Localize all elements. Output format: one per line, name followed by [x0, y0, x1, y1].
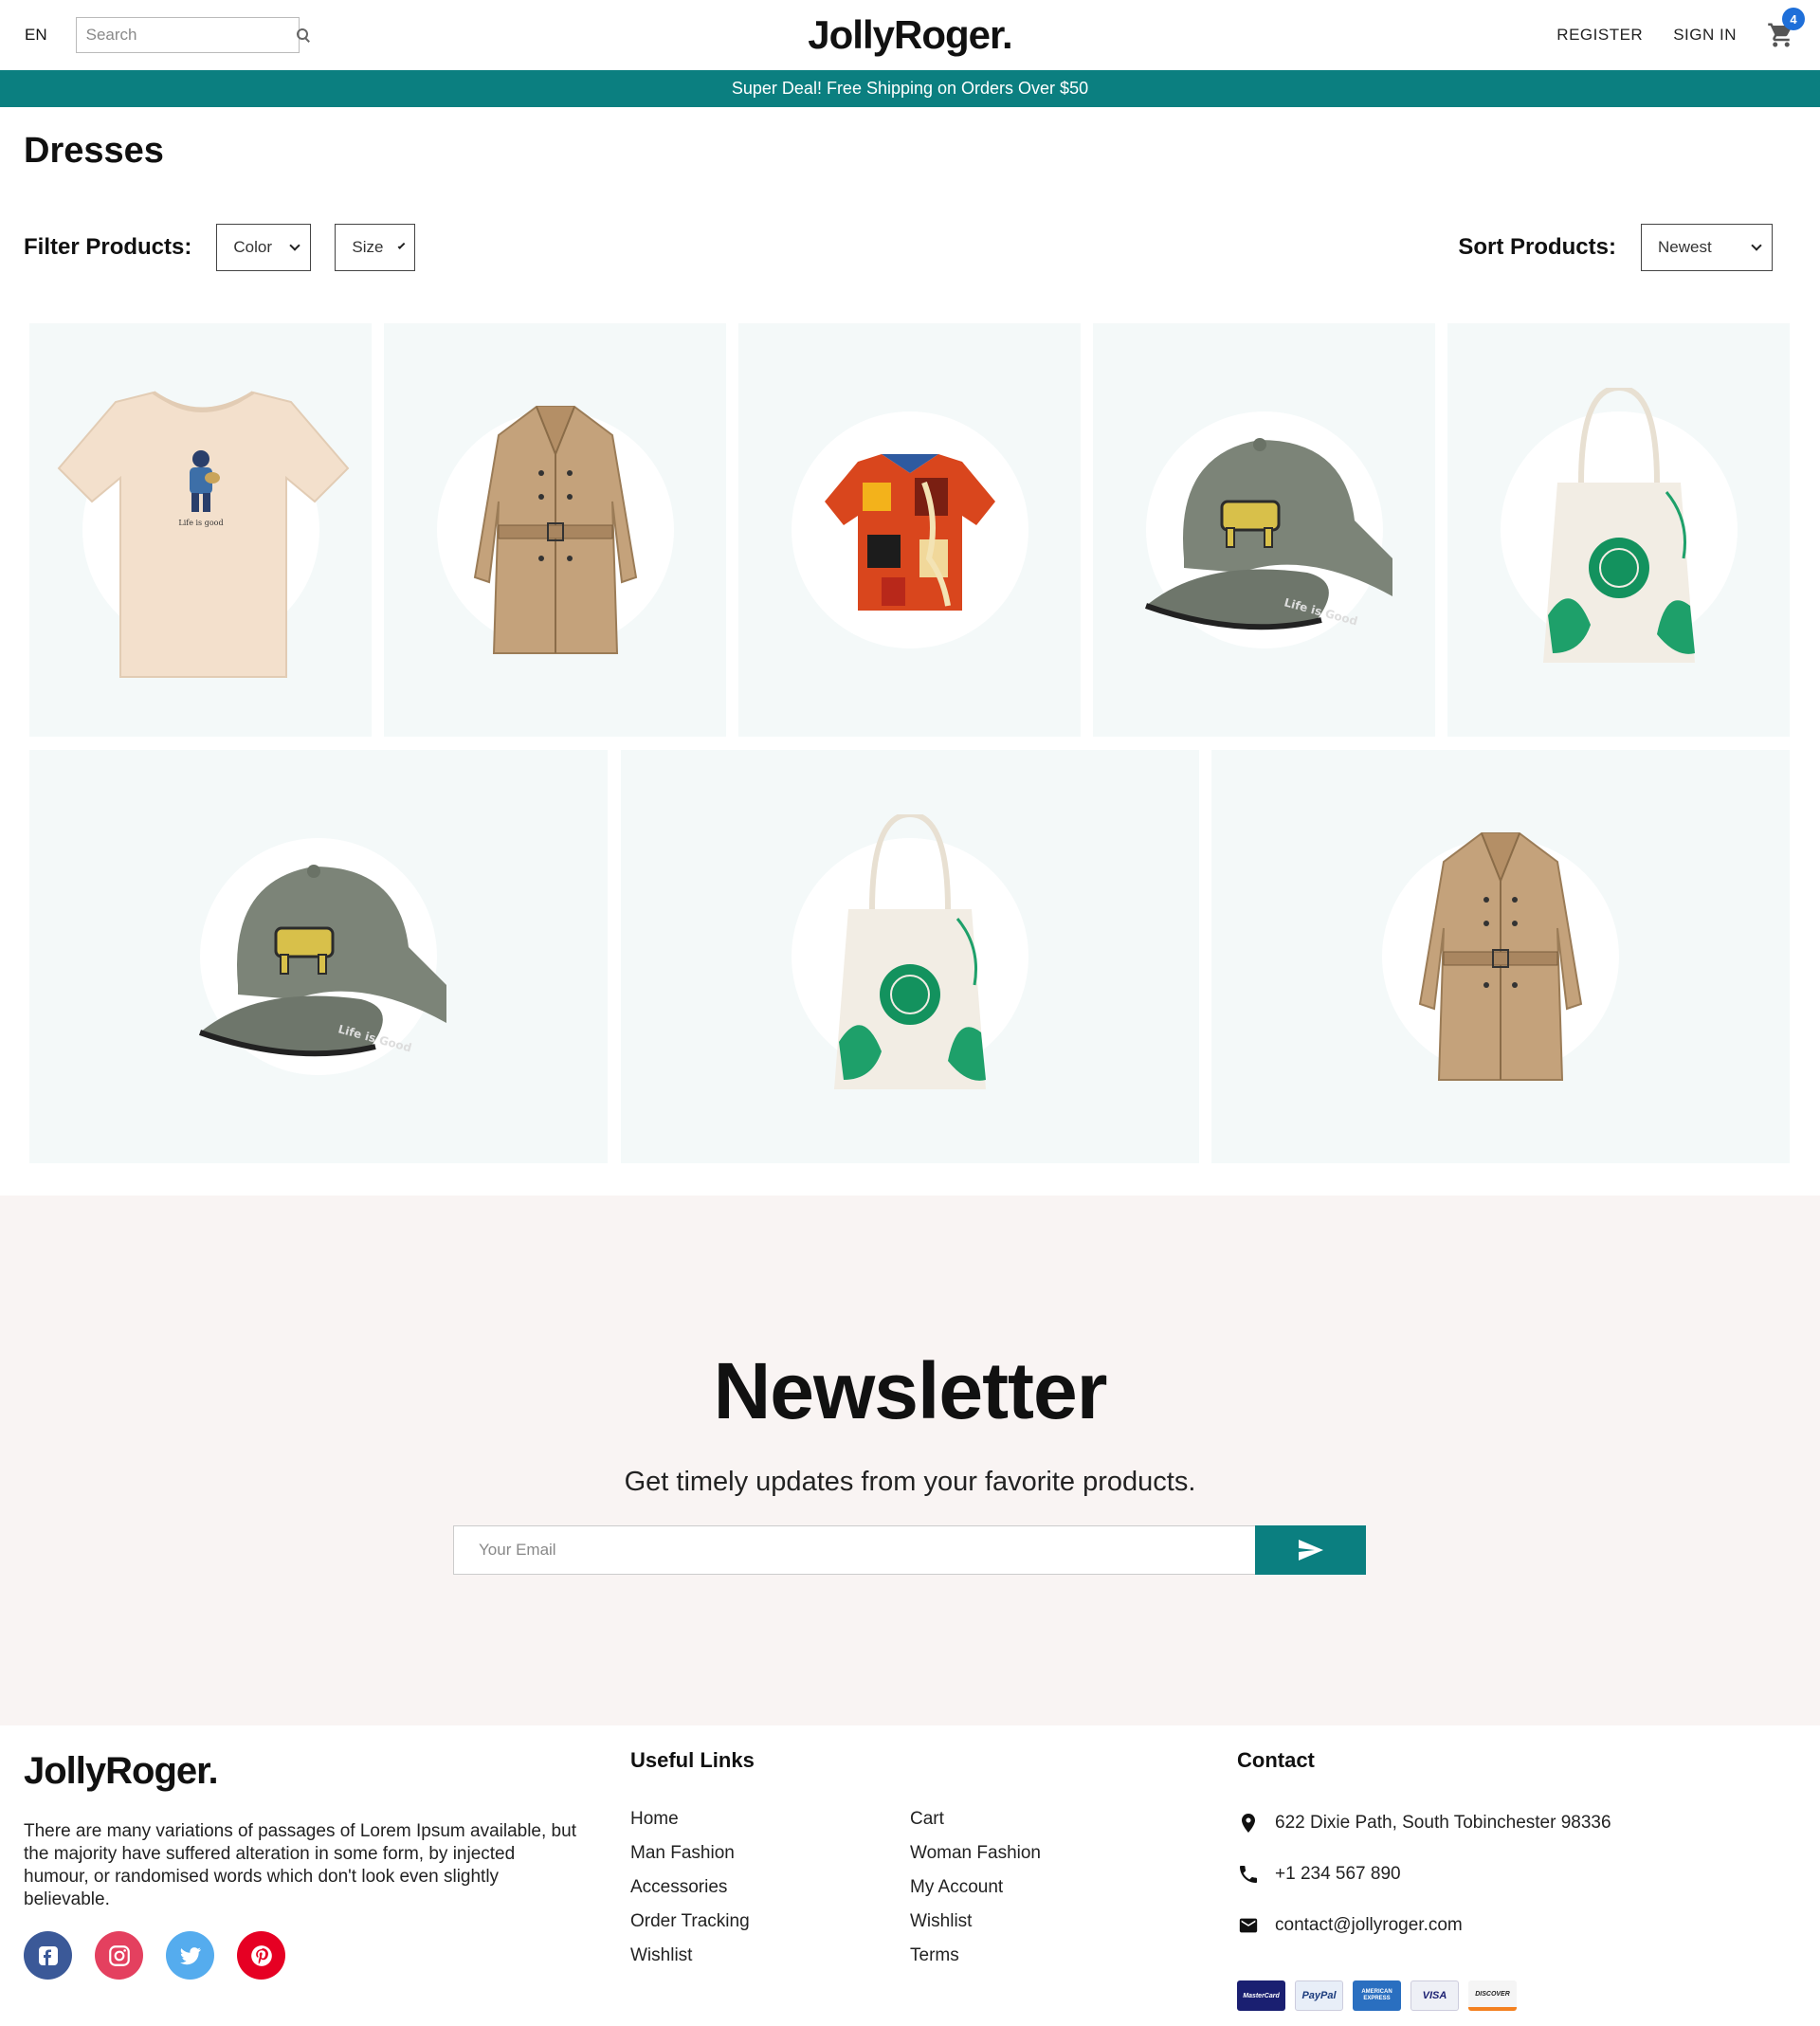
sort-value: Newest — [1658, 238, 1712, 256]
product-card[interactable] — [621, 750, 1199, 1163]
sort-group: Sort Products: Newest — [1458, 224, 1773, 271]
footer-link-cart[interactable]: Cart — [910, 1809, 1041, 1830]
newsletter-form — [453, 1525, 1366, 1575]
size-filter-select[interactable]: Size — [335, 224, 416, 271]
sign-in-link[interactable]: SIGN IN — [1673, 26, 1737, 45]
register-link[interactable]: REGISTER — [1556, 26, 1643, 45]
chevron-down-icon — [1751, 240, 1762, 251]
tote-bag-image — [834, 814, 986, 1089]
color-filter-select[interactable]: Color — [216, 224, 312, 271]
product-card[interactable] — [1447, 323, 1790, 737]
newsletter-section: Newsletter Get timely updates from your … — [0, 1196, 1820, 1725]
footer-link-man-fashion[interactable]: Man Fashion — [630, 1843, 750, 1864]
product-card[interactable]: Life is Good — [1093, 323, 1435, 737]
product-card[interactable] — [384, 323, 726, 737]
tshirt-image: Life is good — [57, 391, 349, 678]
facebook-icon[interactable] — [24, 1931, 72, 1980]
contact-email: contact@jollyroger.com — [1237, 1915, 1463, 1936]
social-links — [24, 1931, 285, 1980]
page-title: Dresses — [24, 131, 164, 171]
search-input[interactable] — [85, 26, 296, 45]
contact-heading: Contact — [1237, 1748, 1315, 1772]
language-selector[interactable]: EN — [25, 26, 47, 45]
useful-links-heading: Useful Links — [630, 1748, 755, 1772]
paypal-icon: PayPal — [1295, 1980, 1343, 2011]
size-filter-value: Size — [352, 238, 384, 256]
address-text: 622 Dixie Path, South Tobinchester 98336 — [1275, 1813, 1611, 1833]
hawaiian-shirt-image — [824, 454, 995, 611]
chevron-down-icon — [398, 242, 406, 249]
map-pin-icon — [1242, 1814, 1255, 1833]
cart-button[interactable]: 4 — [1767, 8, 1805, 49]
cap-image: Life is Good — [199, 865, 446, 1057]
instagram-icon[interactable] — [95, 1931, 143, 1980]
mail-icon — [1239, 1918, 1258, 1933]
footer-link-wishlist[interactable]: Wishlist — [630, 1945, 750, 1966]
links-column-2: Cart Woman Fashion My Account Wishlist T… — [910, 1809, 1041, 1966]
trench-coat-image — [1418, 832, 1583, 1081]
cap-image: Life is Good — [1144, 438, 1392, 630]
email-input[interactable] — [453, 1525, 1255, 1575]
sort-select[interactable]: Newest — [1641, 224, 1773, 271]
logo[interactable]: JollyRoger. — [808, 12, 1012, 58]
subscribe-button[interactable] — [1255, 1525, 1366, 1575]
visa-icon: VISA — [1410, 1980, 1459, 2011]
sort-label: Sort Products: — [1458, 234, 1616, 260]
product-card[interactable]: Life is Good — [29, 750, 608, 1163]
footer-link-home[interactable]: Home — [630, 1809, 750, 1830]
newsletter-subtitle: Get timely updates from your favorite pr… — [624, 1467, 1196, 1497]
links-column-1: Home Man Fashion Accessories Order Track… — [630, 1809, 750, 1966]
cart-count-badge: 4 — [1782, 8, 1805, 30]
newsletter-title: Newsletter — [713, 1346, 1108, 1435]
twitter-icon[interactable] — [166, 1931, 214, 1980]
footer-link-woman-fashion[interactable]: Woman Fashion — [910, 1843, 1041, 1864]
send-icon — [1298, 1540, 1323, 1561]
footer-link-wishlist-2[interactable]: Wishlist — [910, 1911, 1041, 1932]
contact-address: 622 Dixie Path, South Tobinchester 98336 — [1237, 1811, 1611, 1835]
trench-coat-image — [473, 406, 637, 654]
nav-left: EN — [25, 17, 555, 53]
phone-icon — [1240, 1866, 1257, 1883]
product-card[interactable]: Life is good — [29, 323, 372, 737]
search-box[interactable] — [75, 17, 308, 53]
svg-text:Life is good: Life is good — [178, 519, 223, 527]
footer-link-terms[interactable]: Terms — [910, 1945, 1041, 1966]
email-text[interactable]: contact@jollyroger.com — [1275, 1915, 1463, 1936]
footer-link-my-account[interactable]: My Account — [910, 1877, 1041, 1898]
filter-bar: Filter Products: Color Size Sort Product… — [24, 224, 1773, 271]
payment-methods: MasterCard PayPal AMERICAN EXPRESS VISA … — [1237, 1980, 1517, 2011]
footer-link-order-tracking[interactable]: Order Tracking — [630, 1911, 750, 1932]
tote-bag-image — [1542, 388, 1695, 663]
footer: JollyRoger. There are many variations of… — [0, 1725, 1820, 2026]
phone-text[interactable]: +1 234 567 890 — [1275, 1864, 1401, 1885]
chevron-down-icon — [289, 240, 301, 251]
color-filter-value: Color — [233, 238, 272, 256]
footer-link-accessories[interactable]: Accessories — [630, 1877, 750, 1898]
announcement-bar: Super Deal! Free Shipping on Orders Over… — [0, 70, 1820, 107]
navbar: EN JollyRoger. REGISTER SIGN IN 4 — [0, 0, 1820, 70]
pinterest-icon[interactable] — [237, 1931, 285, 1980]
contact-phone: +1 234 567 890 — [1237, 1863, 1401, 1886]
product-card[interactable] — [1211, 750, 1790, 1163]
footer-logo[interactable]: JollyRoger. — [24, 1750, 219, 1793]
filter-label: Filter Products: — [24, 234, 192, 260]
product-card[interactable] — [738, 323, 1081, 737]
discover-icon: DISCOVER — [1468, 1980, 1517, 2011]
nav-right: REGISTER SIGN IN 4 — [1265, 8, 1805, 49]
mastercard-icon: MasterCard — [1237, 1980, 1285, 2011]
amex-icon: AMERICAN EXPRESS — [1353, 1980, 1401, 2011]
footer-description: There are many variations of passages of… — [24, 1821, 576, 1909]
